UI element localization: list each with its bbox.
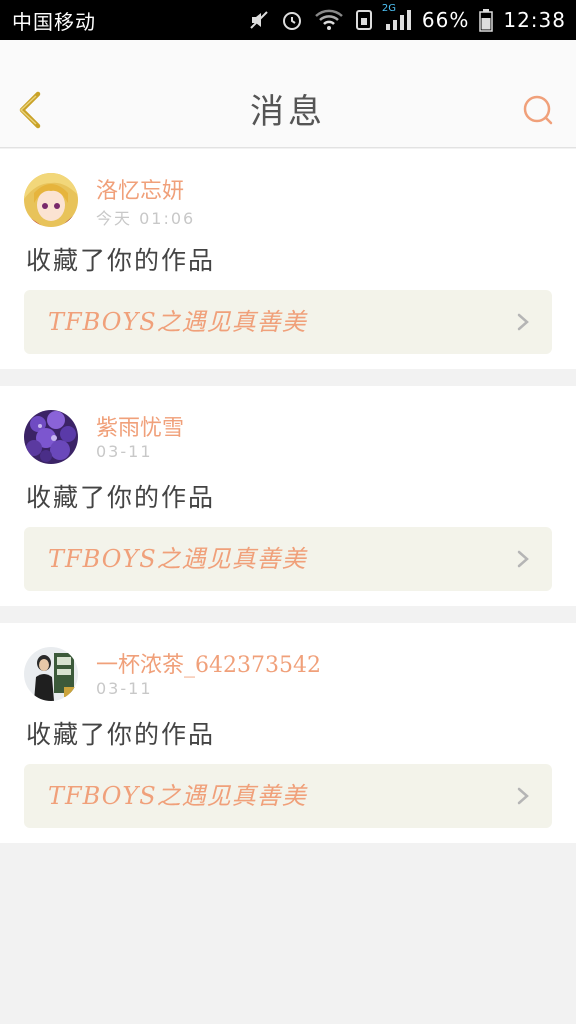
carrier-name: 中国移动 <box>12 9 96 34</box>
work-title: TFBOYS之遇见真善美 <box>48 782 307 810</box>
person-photo-avatar[interactable] <box>24 647 78 701</box>
alarm-icon <box>280 8 304 32</box>
timestamp: 今天 01:06 <box>96 209 196 228</box>
message-card: 一杯浓茶_642373542 03-11 收藏了你的作品 TFBOYS之遇见真善… <box>0 623 576 843</box>
mute-icon <box>248 9 270 31</box>
page-title: 消息 <box>250 92 326 132</box>
username[interactable]: 洛忆忘妍 <box>96 173 184 205</box>
message-card: 紫雨忧雪 03-11 收藏了你的作品 TFBOYS之遇见真善美 <box>0 386 576 606</box>
search-button[interactable] <box>520 94 556 130</box>
work-link[interactable]: TFBOYS之遇见真善美 <box>24 290 552 354</box>
username[interactable]: 紫雨忧雪 <box>96 410 184 442</box>
sim-icon <box>354 9 374 31</box>
action-text: 收藏了你的作品 <box>26 483 216 512</box>
battery-icon <box>479 8 494 32</box>
chevron-right-icon <box>517 787 529 805</box>
timestamp: 03-11 <box>96 679 153 698</box>
work-title: TFBOYS之遇见真善美 <box>48 308 307 336</box>
work-link[interactable]: TFBOYS之遇见真善美 <box>24 764 552 828</box>
chevron-right-icon <box>517 550 529 568</box>
timestamp: 03-11 <box>96 442 153 461</box>
message-list: 洛忆忘妍 今天 01:06 收藏了你的作品 TFBOYS之遇见真善美 紫雨忧雪 <box>0 149 576 843</box>
battery-percent: 66% <box>421 8 470 32</box>
work-title: TFBOYS之遇见真善美 <box>48 545 307 573</box>
chevron-right-icon <box>517 313 529 331</box>
action-text: 收藏了你的作品 <box>26 720 216 749</box>
clock: 12:38 <box>503 8 566 32</box>
username[interactable]: 一杯浓茶_642373542 <box>96 647 321 679</box>
purple-flowers-avatar[interactable] <box>24 410 78 464</box>
status-bar: 中国移动 2G 66% 12:38 <box>0 0 576 40</box>
signal-icon: 2G <box>382 3 412 31</box>
wifi-icon <box>314 9 344 31</box>
work-link[interactable]: TFBOYS之遇见真善美 <box>24 527 552 591</box>
network-type: 2G <box>381 3 397 14</box>
app-header: 消息 <box>0 40 576 148</box>
action-text: 收藏了你的作品 <box>26 246 216 275</box>
message-card: 洛忆忘妍 今天 01:06 收藏了你的作品 TFBOYS之遇见真善美 <box>0 149 576 369</box>
search-icon <box>521 93 555 131</box>
anime-girl-avatar[interactable] <box>24 173 78 227</box>
